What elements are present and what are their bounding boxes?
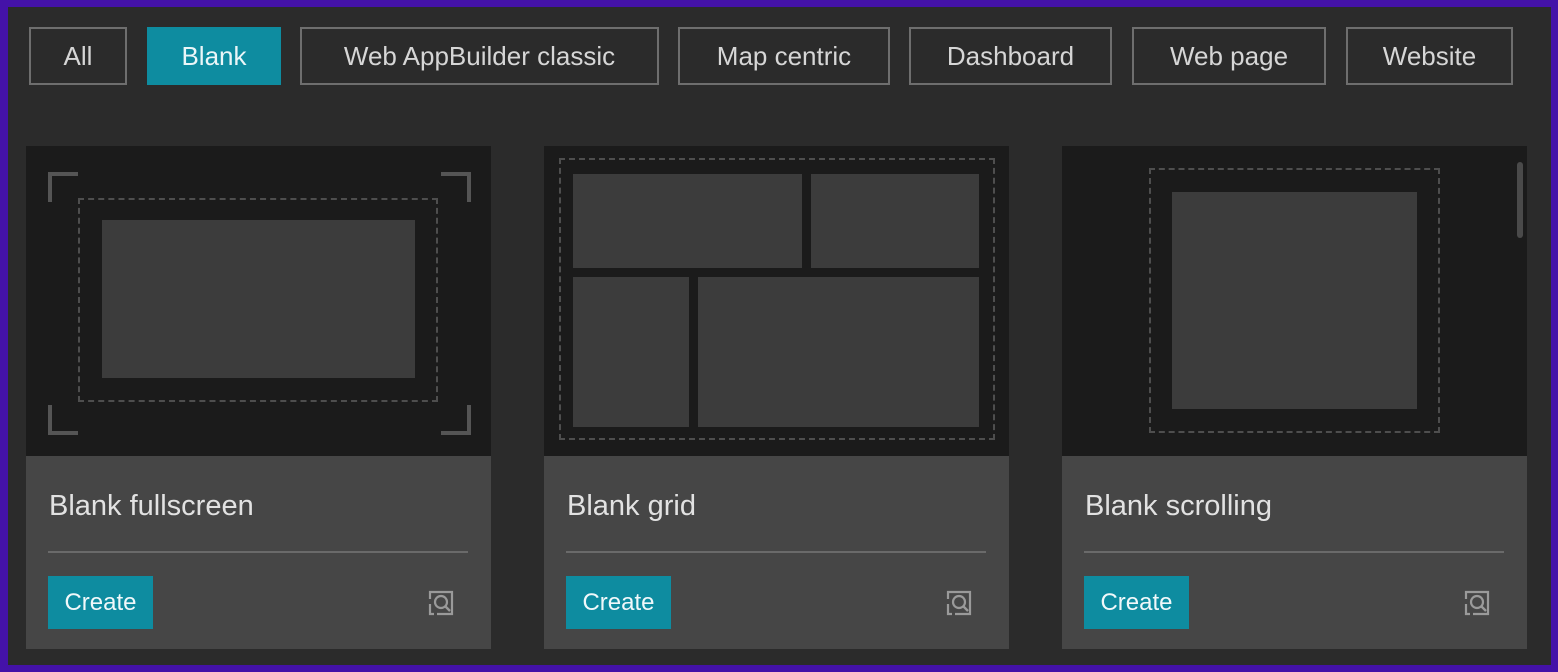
layout-placeholder-block <box>573 174 802 268</box>
template-card-title: Blank fullscreen <box>49 490 254 522</box>
corner-bracket-icon <box>48 405 78 435</box>
create-button[interactable]: Create <box>48 576 153 629</box>
layout-placeholder-block <box>811 174 979 268</box>
filter-map-centric-button[interactable]: Map centric <box>678 27 890 85</box>
filter-blank-button[interactable]: Blank <box>147 27 281 85</box>
layout-placeholder-block <box>1172 192 1417 409</box>
template-card-blank-grid[interactable]: Blank grid Create <box>544 146 1009 649</box>
card-divider <box>566 551 986 553</box>
corner-bracket-icon <box>48 172 78 202</box>
template-thumbnail[interactable] <box>26 146 491 456</box>
filter-all-button[interactable]: All <box>29 27 127 85</box>
template-card-blank-fullscreen[interactable]: Blank fullscreen Create <box>26 146 491 649</box>
template-card-blank-scrolling[interactable]: Blank scrolling Create <box>1062 146 1527 649</box>
layout-placeholder-block <box>573 277 689 427</box>
card-divider <box>1084 551 1504 553</box>
template-thumbnail[interactable] <box>544 146 1009 456</box>
create-button[interactable]: Create <box>566 576 671 629</box>
card-divider <box>48 551 468 553</box>
filter-web-appbuilder-classic-button[interactable]: Web AppBuilder classic <box>300 27 659 85</box>
layout-placeholder-block <box>102 220 415 378</box>
corner-bracket-icon <box>441 172 471 202</box>
preview-magnifier-icon[interactable] <box>944 588 974 618</box>
template-gallery-panel: All Blank Web AppBuilder classic Map cen… <box>8 7 1551 665</box>
template-card-title: Blank grid <box>567 490 696 522</box>
corner-bracket-icon <box>441 405 471 435</box>
template-thumbnail[interactable] <box>1062 146 1527 456</box>
template-filter-bar: All Blank Web AppBuilder classic Map cen… <box>8 7 1551 107</box>
layout-placeholder-block <box>698 277 979 427</box>
preview-magnifier-icon[interactable] <box>1462 588 1492 618</box>
template-card-title: Blank scrolling <box>1085 490 1272 522</box>
filter-dashboard-button[interactable]: Dashboard <box>909 27 1112 85</box>
filter-web-page-button[interactable]: Web page <box>1132 27 1326 85</box>
preview-magnifier-icon[interactable] <box>426 588 456 618</box>
scrollbar-thumb[interactable] <box>1517 162 1523 238</box>
filter-website-button[interactable]: Website <box>1346 27 1513 85</box>
create-button[interactable]: Create <box>1084 576 1189 629</box>
